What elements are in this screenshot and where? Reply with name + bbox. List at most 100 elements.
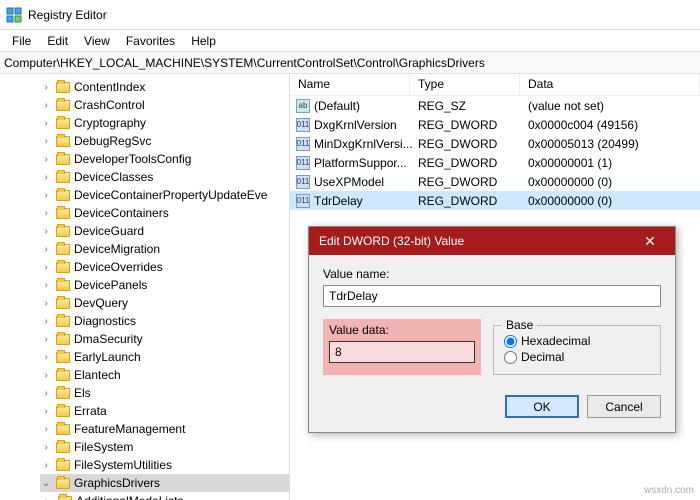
value-name: TdrDelay — [314, 194, 363, 208]
tree-item[interactable]: › DevicePanels — [40, 276, 289, 294]
chevron-right-icon[interactable]: › — [40, 334, 52, 345]
tree-item[interactable]: ›DeviceContainerPropertyUpdateEve — [40, 186, 289, 204]
tree-item[interactable]: › DebugRegSvc — [40, 132, 289, 150]
tree-item[interactable]: ›DeviceClasses — [40, 168, 289, 186]
value-data: 0x0000c004 (49156) — [520, 118, 700, 132]
tree-item[interactable]: ›DevQuery — [40, 294, 289, 312]
tree-item-label: DevicePanels — [74, 278, 147, 292]
folder-icon — [56, 316, 70, 327]
folder-icon — [56, 406, 70, 417]
tree-item[interactable]: ›DeveloperToolsConfig — [40, 150, 289, 168]
chevron-right-icon[interactable]: › — [40, 172, 52, 183]
radio-hexadecimal[interactable]: Hexadecimal — [504, 334, 650, 348]
tree-item[interactable]: ›DeviceContainers — [40, 204, 289, 222]
edit-dword-dialog: Edit DWORD (32-bit) Value ✕ Value name: … — [308, 226, 676, 433]
list-row[interactable]: 011TdrDelayREG_DWORD0x00000000 (0) — [290, 191, 700, 210]
tree-item[interactable]: ›ContentIndex — [40, 78, 289, 96]
folder-icon — [56, 190, 70, 201]
chevron-right-icon[interactable]: › — [40, 154, 52, 165]
col-header-type[interactable]: Type — [410, 74, 520, 95]
tree-item[interactable]: ›Errata — [40, 402, 289, 420]
chevron-right-icon[interactable]: › — [40, 118, 52, 129]
chevron-right-icon[interactable]: › — [40, 370, 52, 381]
list-row[interactable]: 011UseXPModelREG_DWORD0x00000000 (0) — [290, 172, 700, 191]
tree-item[interactable]: ›Els — [40, 384, 289, 402]
cancel-button[interactable]: Cancel — [587, 395, 661, 418]
value-data: 0x00000001 (1) — [520, 156, 700, 170]
chevron-right-icon[interactable]: › — [40, 136, 52, 147]
tree-item[interactable]: ›FileSystemUtilities — [40, 456, 289, 474]
chevron-right-icon[interactable]: › — [40, 100, 52, 111]
chevron-right-icon[interactable]: › — [40, 262, 52, 273]
tree-item-label: AdditionalModeLists — [76, 494, 183, 500]
chevron-right-icon[interactable]: › — [40, 190, 52, 201]
tree-item[interactable]: ›EarlyLaunch — [40, 348, 289, 366]
tree-item[interactable]: › AdditionalModeLists — [40, 492, 289, 500]
tree-item[interactable]: ›Cryptography — [40, 114, 289, 132]
list-row[interactable]: 011PlatformSuppor...REG_DWORD0x00000001 … — [290, 153, 700, 172]
folder-icon — [56, 100, 70, 111]
tree-item[interactable]: ›DeviceGuard — [40, 222, 289, 240]
chevron-right-icon[interactable]: › — [40, 442, 52, 453]
value-type-icon: ab — [296, 99, 310, 113]
chevron-right-icon[interactable]: › — [40, 424, 52, 435]
folder-icon — [56, 370, 70, 381]
chevron-right-icon[interactable]: › — [40, 388, 52, 399]
tree-item[interactable]: ›DeviceOverrides — [40, 258, 289, 276]
folder-icon — [56, 154, 70, 165]
value-type: REG_DWORD — [410, 137, 520, 151]
tree-item-label: FileSystem — [74, 440, 133, 454]
close-icon[interactable]: ✕ — [635, 233, 665, 250]
tree-item-label: DebugRegSvc — [74, 134, 151, 148]
folder-icon — [56, 136, 70, 147]
chevron-right-icon[interactable]: › — [40, 406, 52, 417]
address-text: Computer\HKEY_LOCAL_MACHINE\SYSTEM\Curre… — [4, 56, 485, 70]
address-bar[interactable]: Computer\HKEY_LOCAL_MACHINE\SYSTEM\Curre… — [0, 52, 700, 74]
ok-button[interactable]: OK — [505, 395, 579, 418]
chevron-right-icon[interactable]: › — [40, 226, 52, 237]
chevron-right-icon[interactable]: › — [40, 316, 52, 327]
tree-item[interactable]: ›CrashControl — [40, 96, 289, 114]
chevron-right-icon[interactable]: › — [40, 82, 52, 93]
chevron-right-icon[interactable]: › — [40, 244, 52, 255]
base-legend: Base — [502, 318, 537, 332]
value-type: REG_DWORD — [410, 118, 520, 132]
value-name-input[interactable] — [323, 285, 661, 307]
chevron-right-icon[interactable]: › — [40, 496, 52, 500]
col-header-data[interactable]: Data — [520, 74, 700, 95]
tree-item-graphicsdrivers[interactable]: ⌄GraphicsDrivers — [40, 474, 289, 492]
menu-help[interactable]: Help — [183, 32, 224, 50]
folder-icon — [56, 82, 70, 93]
chevron-right-icon[interactable]: › — [40, 460, 52, 471]
tree-item-label: Elantech — [74, 368, 121, 382]
value-data: 0x00000000 (0) — [520, 194, 700, 208]
col-header-name[interactable]: Name — [290, 74, 410, 95]
menu-view[interactable]: View — [76, 32, 118, 50]
tree-item[interactable]: › FileSystem — [40, 438, 289, 456]
tree-item[interactable]: ›Diagnostics — [40, 312, 289, 330]
list-row[interactable]: 011DxgKrnlVersionREG_DWORD0x0000c004 (49… — [290, 115, 700, 134]
folder-icon — [56, 208, 70, 219]
list-row[interactable]: ab(Default)REG_SZ(value not set) — [290, 96, 700, 115]
value-data-input[interactable] — [329, 341, 475, 363]
dialog-title: Edit DWORD (32-bit) Value — [319, 234, 464, 248]
tree-item[interactable]: ›DmaSecurity — [40, 330, 289, 348]
chevron-right-icon[interactable]: › — [40, 298, 52, 309]
menu-file[interactable]: File — [4, 32, 39, 50]
tree-item[interactable]: › FeatureManagement — [40, 420, 289, 438]
tree-item[interactable]: › Elantech — [40, 366, 289, 384]
radio-decimal[interactable]: Decimal — [504, 350, 650, 364]
tree-item[interactable]: ›DeviceMigration — [40, 240, 289, 258]
chevron-right-icon[interactable]: › — [40, 280, 52, 291]
chevron-right-icon[interactable]: › — [40, 352, 52, 363]
menu-favorites[interactable]: Favorites — [118, 32, 183, 50]
list-row[interactable]: 011MinDxgKrnlVersi...REG_DWORD0x00005013… — [290, 134, 700, 153]
value-data: 0x00005013 (20499) — [520, 137, 700, 151]
value-type: REG_SZ — [410, 99, 520, 113]
folder-icon — [56, 172, 70, 183]
tree-item-label: FeatureManagement — [74, 422, 185, 436]
chevron-right-icon[interactable]: › — [40, 208, 52, 219]
menu-edit[interactable]: Edit — [39, 32, 76, 50]
chevron-down-icon[interactable]: ⌄ — [40, 478, 52, 489]
folder-icon — [56, 442, 70, 453]
